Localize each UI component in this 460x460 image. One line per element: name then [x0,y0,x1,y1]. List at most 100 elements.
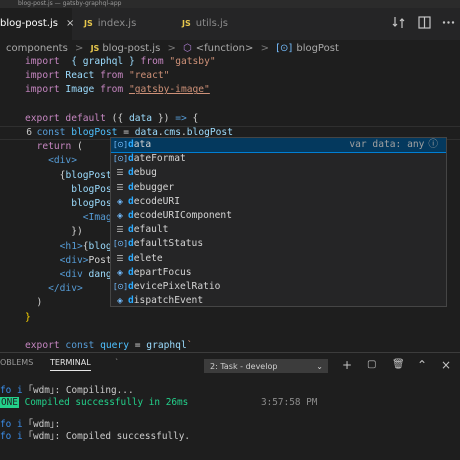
code-token: ` [186,340,193,351]
compare-icon[interactable] [392,16,405,29]
suggest-widget[interactable]: [⊙]data var data: any ⓘ [⊙]dateFormat ☰ debug… [110,137,447,307]
code-token: const [59,340,95,351]
keyword-icon: ☰ [116,182,124,192]
suggestion-detail: var data: any ⓘ [349,138,438,152]
code-token: => [175,112,187,124]
tab-label: index.js [97,18,137,29]
js-file-icon: JS [182,19,191,28]
code-token: export [25,340,60,351]
terminal-line: fo i ｢wdm｣: [0,419,61,430]
suggestion-item[interactable]: ◈ departFocus [111,266,446,280]
task-select-value: 2: Task - develop [210,362,278,371]
suggestion-label: ebugger [133,181,175,193]
code-token: ) [25,297,43,309]
suggestion-item[interactable]: ◈ decodeURIComponent [111,209,446,223]
code-token: React [59,70,95,82]
chevron-down-icon: ⌄ [316,362,323,371]
code-token: export default [25,112,106,124]
suggestion-label: epartFocus [133,266,192,278]
variable-icon: [⊙] [276,43,293,54]
bottom-panel: OBLEMS TERMINAL ` 2: Task - develop ⌄ + … [0,352,460,460]
more-icon[interactable] [442,16,455,29]
add-terminal-icon[interactable]: + [342,359,352,371]
suggestion-item[interactable]: [⊙]defaultStatus [111,237,446,251]
variable-icon: ◈ [116,196,124,206]
suggestion-label: ecodeURIComponent [133,209,232,221]
breadcrumb-item[interactable]: blog-post.js [102,43,160,54]
variable-icon: ◈ [116,267,124,277]
suggestion-item[interactable]: ◈ dispatchEvent [111,294,446,307]
code-token: </div> [48,283,83,295]
code-token: Image [59,84,95,96]
breadcrumb-item[interactable]: blogPost [296,43,339,54]
tab-label: utils.js [195,18,228,29]
code-token: const [36,127,66,138]
code-token: ({ [105,112,129,124]
code-token: data [128,112,153,124]
suggestion-label: ateFormat [133,153,186,165]
code-token: from [94,84,129,96]
split-terminal-icon[interactable]: ▢ [367,359,376,371]
tab-utils[interactable]: JS utils.js [182,8,272,40]
code-token: from [94,70,129,82]
code-token: }) [152,112,176,124]
code-token: { graphql } [71,56,135,67]
code-token: <div> [59,254,89,266]
variable-icon: [⊙] [114,140,127,149]
js-file-icon: JS [84,19,93,28]
task-select[interactable]: 2: Task - develop ⌄ [204,359,328,373]
tab-blog-post[interactable]: blog-post.js × [0,8,74,40]
code-token: "gatsby" [169,56,216,67]
suggestion-item[interactable]: ☰ debugger [111,181,446,195]
suggestion-label: ata [133,139,152,150]
chevron-right-icon: > [167,43,176,54]
tab-index[interactable]: JS index.js [84,8,174,40]
variable-icon: [⊙] [114,281,127,291]
suggestion-label: ebug [133,167,157,179]
close-icon[interactable]: × [66,8,74,40]
tab-label: blog-post.js [0,18,58,29]
tab-problems[interactable]: OBLEMS [0,358,33,367]
code-token: { [186,112,199,124]
variable-icon: [⊙] [114,239,127,249]
code-token: <div [59,269,83,280]
editor-tab-bar: blog-post.js × JS index.js JS utils.js [0,8,460,40]
suggestion-item[interactable]: [⊙]data var data: any ⓘ [111,138,446,154]
breadcrumb-item[interactable]: <function> [196,43,254,54]
split-editor-icon[interactable] [418,16,431,29]
variable-icon: [⊙] [114,154,127,164]
code-token: blogPost [65,169,112,181]
code-token: from [134,56,170,67]
code-token: import [25,84,60,96]
code-token: return [36,141,72,153]
close-panel-icon[interactable]: × [441,359,451,371]
code-token: ( [71,141,83,153]
suggestion-label: efault [133,224,169,236]
suggestion-item[interactable]: ☰ default [111,223,446,237]
tab-terminal[interactable]: TERMINAL [50,358,91,371]
code-token: query [94,340,129,351]
suggestion-label: ispatchEvent [133,295,204,307]
trash-icon[interactable]: 🗑 [392,359,405,371]
code-token: "gatsby-image" [128,84,210,96]
terminal-line: fo i ｢wdm｣: Compiled successfully. [0,431,191,442]
info-icon[interactable]: ⓘ [428,139,438,150]
suggestion-item[interactable]: [⊙]dateFormat [111,152,446,166]
suggestion-item[interactable]: ◈ decodeURI [111,195,446,209]
window-title: blog-post.js — gatsby-graphql-app [0,0,460,8]
tab-output[interactable]: ` [115,358,119,367]
suggestion-item[interactable]: ☰ delete [111,252,446,266]
suggestion-label: ecodeURI [133,195,180,207]
maximize-panel-icon[interactable]: ⌃ [417,359,427,371]
suggestion-item[interactable]: [⊙]devicePixelRatio [111,280,446,294]
breadcrumb-item[interactable]: components [6,43,68,54]
suggestion-item[interactable]: ☰ debug [111,166,446,180]
